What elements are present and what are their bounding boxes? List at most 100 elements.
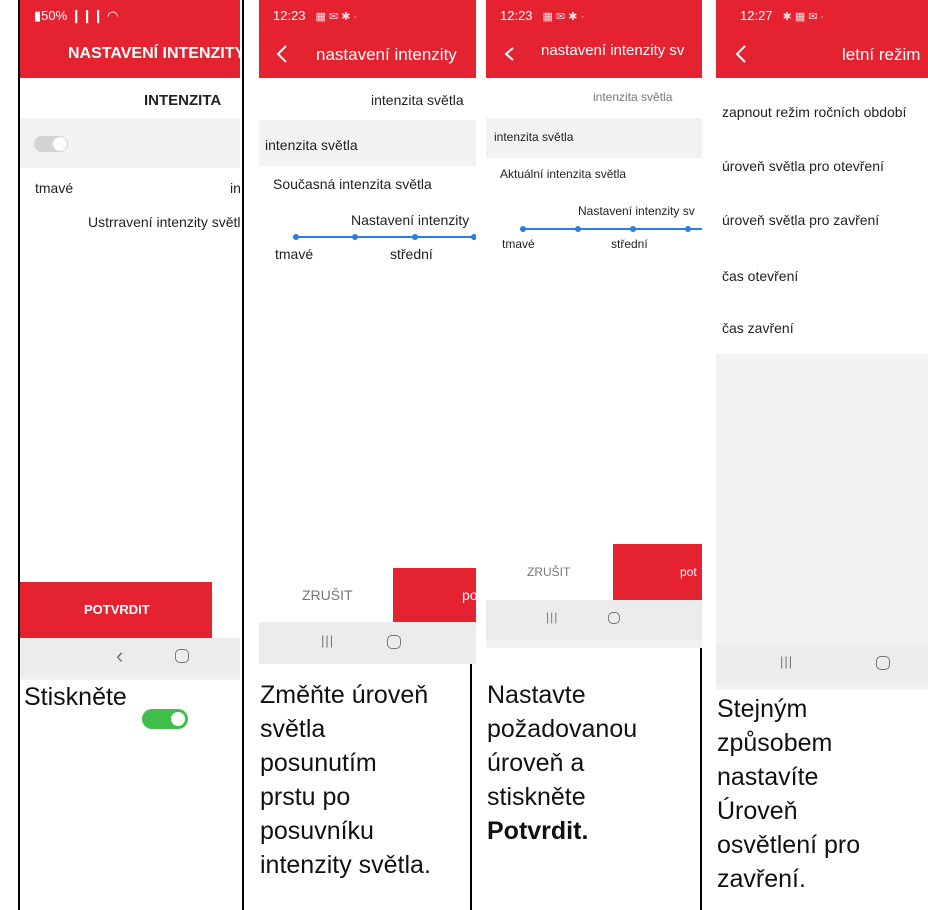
caption-line: stiskněte bbox=[487, 783, 586, 811]
setting-row-open-time[interactable]: čas otevření bbox=[722, 268, 798, 284]
caption-step-4: Stejným způsobem nastavíte Úroveň osvětl… bbox=[717, 692, 860, 896]
header-row: intenzita světla bbox=[486, 78, 702, 118]
content-area: Aktuální intenzita světla Nastavení inte… bbox=[486, 158, 702, 544]
season-toggle[interactable] bbox=[34, 136, 68, 152]
caption-step-2: Změňte úroveň světla posunutím prstu po … bbox=[260, 678, 431, 882]
screenshot-panel-4: 12:27 ✱ ▦ ✉ · letní režim zapnout režim r… bbox=[716, 0, 928, 690]
header-value: intenzita světla bbox=[593, 90, 673, 104]
slider-tick bbox=[471, 234, 476, 240]
slider-label-dark: tmavé bbox=[502, 237, 535, 251]
content-area: Současná intenzita světla Nastavení inte… bbox=[259, 166, 476, 568]
confirm-button-label: pot bbox=[680, 565, 697, 579]
screenshot-panel-2: 12:23 ▦ ✉ ✱ · nastavení intenzity intenzi… bbox=[259, 0, 476, 664]
current-intensity-label: Aktuální intenzita světla bbox=[500, 167, 627, 181]
screenshot-panel-1: ▮50% ❙❙❙ ◠ NASTAVENÍ INTENZITY S INTENZI… bbox=[20, 0, 240, 680]
caption-line: světla bbox=[260, 715, 326, 743]
app-bar: letní režim bbox=[716, 32, 928, 78]
setting-row-close-level[interactable]: úroveň světla pro zavření bbox=[722, 212, 879, 228]
intensity-row: intenzita světla bbox=[494, 130, 574, 144]
nav-back-icon[interactable]: ‹ bbox=[116, 643, 123, 669]
status-bar: ▮50% ❙❙❙ ◠ bbox=[20, 0, 240, 32]
nav-home-icon[interactable] bbox=[608, 612, 620, 624]
slider-label-mid: střední bbox=[611, 237, 648, 251]
intensity-row: intenzita světla bbox=[265, 137, 358, 153]
status-bar: 12:27 ✱ ▦ ✉ · bbox=[716, 0, 928, 32]
slider-tick bbox=[293, 234, 299, 240]
confirm-button-gap bbox=[212, 582, 240, 638]
confirm-button[interactable]: po bbox=[393, 568, 476, 622]
slider-title: Nastavení intenzity bbox=[351, 212, 470, 228]
back-arrow-icon[interactable] bbox=[728, 40, 754, 68]
status-time: 12:23 bbox=[273, 8, 306, 23]
slider-tick bbox=[685, 226, 691, 232]
caption-line: nastavíte bbox=[717, 763, 819, 791]
cancel-button-label: ZRUŠIT bbox=[527, 565, 571, 579]
slider-tick bbox=[352, 234, 358, 240]
caption-line: posunutím bbox=[260, 749, 377, 777]
header-value: intenzita světla bbox=[371, 92, 464, 108]
settings-list: zapnout režim ročních období úroveň svět… bbox=[716, 78, 928, 354]
nav-bar: ‹ bbox=[20, 638, 240, 676]
cancel-button-label: ZRUŠIT bbox=[302, 587, 353, 603]
column-divider-2 bbox=[242, 0, 244, 910]
caption-step-1: Stiskněte bbox=[24, 680, 127, 714]
caption-line: prstu po bbox=[260, 783, 351, 811]
slider-tick bbox=[520, 226, 526, 232]
confirm-button[interactable]: pot bbox=[613, 544, 702, 600]
setting-row-close-time[interactable]: čas zavření bbox=[722, 320, 794, 336]
intensity-label-right: in bbox=[230, 180, 240, 196]
nav-recent-icon[interactable]: ||| bbox=[321, 633, 334, 648]
nav-home-icon[interactable] bbox=[387, 635, 401, 649]
nav-bar: ||| bbox=[486, 600, 702, 640]
caption-line: Nastavte bbox=[487, 681, 586, 709]
slider-tick bbox=[412, 234, 418, 240]
confirm-button[interactable]: POTVRDIT bbox=[20, 582, 212, 638]
caption-step-1-text: Stiskněte bbox=[24, 683, 127, 711]
setting-row-season-mode[interactable]: zapnout režim ročních období bbox=[722, 104, 906, 120]
slider-tick bbox=[575, 226, 581, 232]
app-bar: NASTAVENÍ INTENZITY S bbox=[20, 32, 240, 78]
status-time: 12:27 bbox=[740, 8, 773, 23]
nav-bar: ||| bbox=[259, 622, 476, 664]
nav-home-icon[interactable] bbox=[175, 649, 189, 663]
caption-line: Změňte úroveň bbox=[260, 681, 429, 709]
page-title: NASTAVENÍ INTENZITY S bbox=[68, 45, 240, 62]
page-title: nastavení intenzity bbox=[316, 45, 457, 64]
status-time: 12:23 bbox=[500, 8, 533, 23]
screenshot-panel-3: 12:23 ▦ ✉ ✱ · nastavení intenzity sv inte… bbox=[486, 0, 702, 648]
page-title: letní režim bbox=[842, 45, 921, 64]
intensity-label-dark: tmavé bbox=[35, 180, 74, 196]
caption-line: zavření. bbox=[717, 865, 806, 893]
nav-recent-icon[interactable]: ||| bbox=[780, 654, 793, 669]
slider-label-mid: střední bbox=[390, 246, 433, 262]
section-heading: INTENZITA bbox=[144, 92, 222, 109]
cancel-button[interactable]: ZRUŠIT bbox=[486, 544, 613, 600]
setting-row-open-level[interactable]: úroveň světla pro otevření bbox=[722, 158, 884, 174]
toggle-on-icon bbox=[142, 709, 188, 729]
confirm-button-label: po bbox=[462, 587, 476, 603]
caption-line: intenzity světla. bbox=[260, 851, 431, 879]
header-row: INTENZITA bbox=[20, 78, 240, 118]
back-arrow-icon[interactable] bbox=[269, 40, 295, 68]
intensity-slider[interactable] bbox=[293, 234, 476, 240]
nav-bar: ||| bbox=[716, 644, 928, 684]
content-area: tmavé in Ustrravení intenzity světl bbox=[20, 168, 240, 582]
back-arrow-icon[interactable] bbox=[496, 40, 522, 68]
intensity-slider[interactable] bbox=[520, 226, 702, 232]
page-title: nastavení intenzity sv bbox=[541, 42, 685, 59]
caption-line: posuvníku bbox=[260, 817, 374, 845]
app-bar: nastavení intenzity sv bbox=[486, 32, 702, 78]
confirm-button-label: POTVRDIT bbox=[84, 602, 150, 617]
cancel-button[interactable]: ZRUŠIT bbox=[259, 568, 393, 622]
status-bar: 12:23 ▦ ✉ ✱ · bbox=[486, 0, 702, 32]
current-intensity-label: Současná intenzita světla bbox=[273, 176, 432, 192]
caption-line: požadovanou bbox=[487, 715, 638, 743]
caption-line: způsobem bbox=[717, 729, 833, 757]
nav-recent-icon[interactable]: ||| bbox=[546, 610, 558, 624]
status-text: ▮50% ❙❙❙ ◠ bbox=[34, 8, 119, 23]
app-bar: nastavení intenzity bbox=[259, 32, 476, 78]
slider-label-dark: tmavé bbox=[275, 246, 314, 262]
nav-home-icon[interactable] bbox=[876, 656, 890, 670]
header-row: intenzita světla bbox=[259, 78, 476, 120]
slider-title: Ustrravení intenzity světl bbox=[88, 214, 240, 230]
